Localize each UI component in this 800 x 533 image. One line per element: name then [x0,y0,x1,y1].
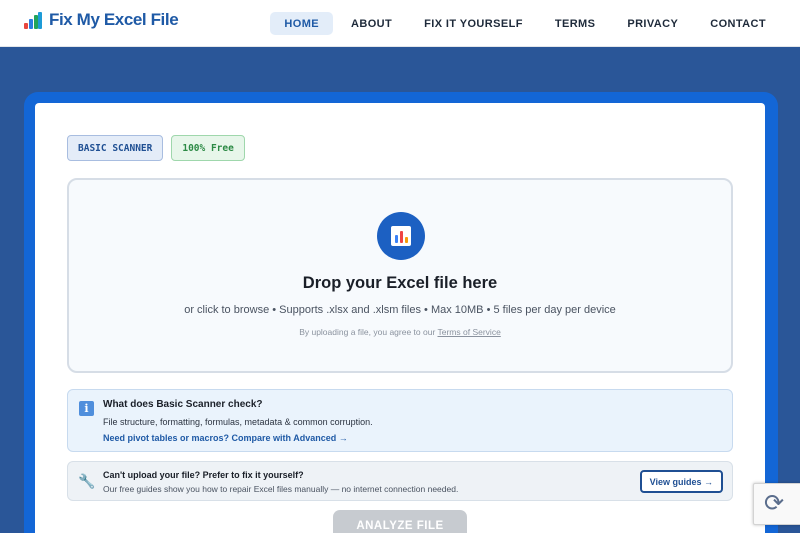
dropzone-subtitle: or click to browse • Supports .xlsx and … [184,304,616,316]
top-navbar: Fix My Excel File HOME ABOUT FIX IT YOUR… [0,0,800,47]
terms-of-service-link[interactable]: Terms of Service [438,327,501,337]
nav-contact[interactable]: CONTACT [696,12,780,35]
terms-prefix: By uploading a file, you agree to our [299,327,438,337]
bar-chart-logo-icon [24,11,42,29]
scanner-info-box: i What does Basic Scanner check? File st… [67,389,733,452]
file-dropzone[interactable]: Drop your Excel file here or click to br… [67,178,733,373]
brand-name: Fix My Excel File [49,10,179,29]
nav-terms[interactable]: TERMS [541,12,610,35]
info-text: File structure, formatting, formulas, me… [103,417,373,427]
diy-text: Our free guides show you how to repair E… [103,484,459,494]
recaptcha-icon: ⟳ [764,490,785,517]
nav-home[interactable]: HOME [270,12,334,35]
wrench-icon: 🔧 [78,473,96,489]
compare-advanced-link[interactable]: Need pivot tables or macros? Compare wit… [103,433,348,443]
view-guides-button[interactable]: View guides → [639,470,723,493]
brand[interactable]: Fix My Excel File [24,10,179,30]
dropzone-title: Drop your Excel file here [302,274,498,292]
info-title: What does Basic Scanner check? [103,399,263,410]
nav-privacy[interactable]: PRIVACY [613,12,692,35]
scanner-badges: BASIC SCANNER 100% Free [67,135,245,161]
nav-fix-it-yourself[interactable]: FIX IT YOURSELF [410,12,537,35]
diy-title: Can't upload your file? Prefer to fix it… [103,470,304,480]
nav-about[interactable]: ABOUT [337,12,406,35]
main-menu: HOME ABOUT FIX IT YOURSELF TERMS PRIVACY… [270,12,780,35]
dropzone-terms-note: By uploading a file, you agree to our Te… [69,327,731,337]
analyze-file-button[interactable]: ANALYZE FILE [333,510,467,533]
spreadsheet-chart-icon [377,212,425,260]
free-badge: 100% Free [171,135,245,161]
basic-scanner-badge: BASIC SCANNER [67,135,164,161]
info-icon: i [79,401,94,416]
fix-yourself-box: 🔧 Can't upload your file? Prefer to fix … [67,461,733,501]
recaptcha-badge[interactable]: ⟳ [753,483,800,525]
